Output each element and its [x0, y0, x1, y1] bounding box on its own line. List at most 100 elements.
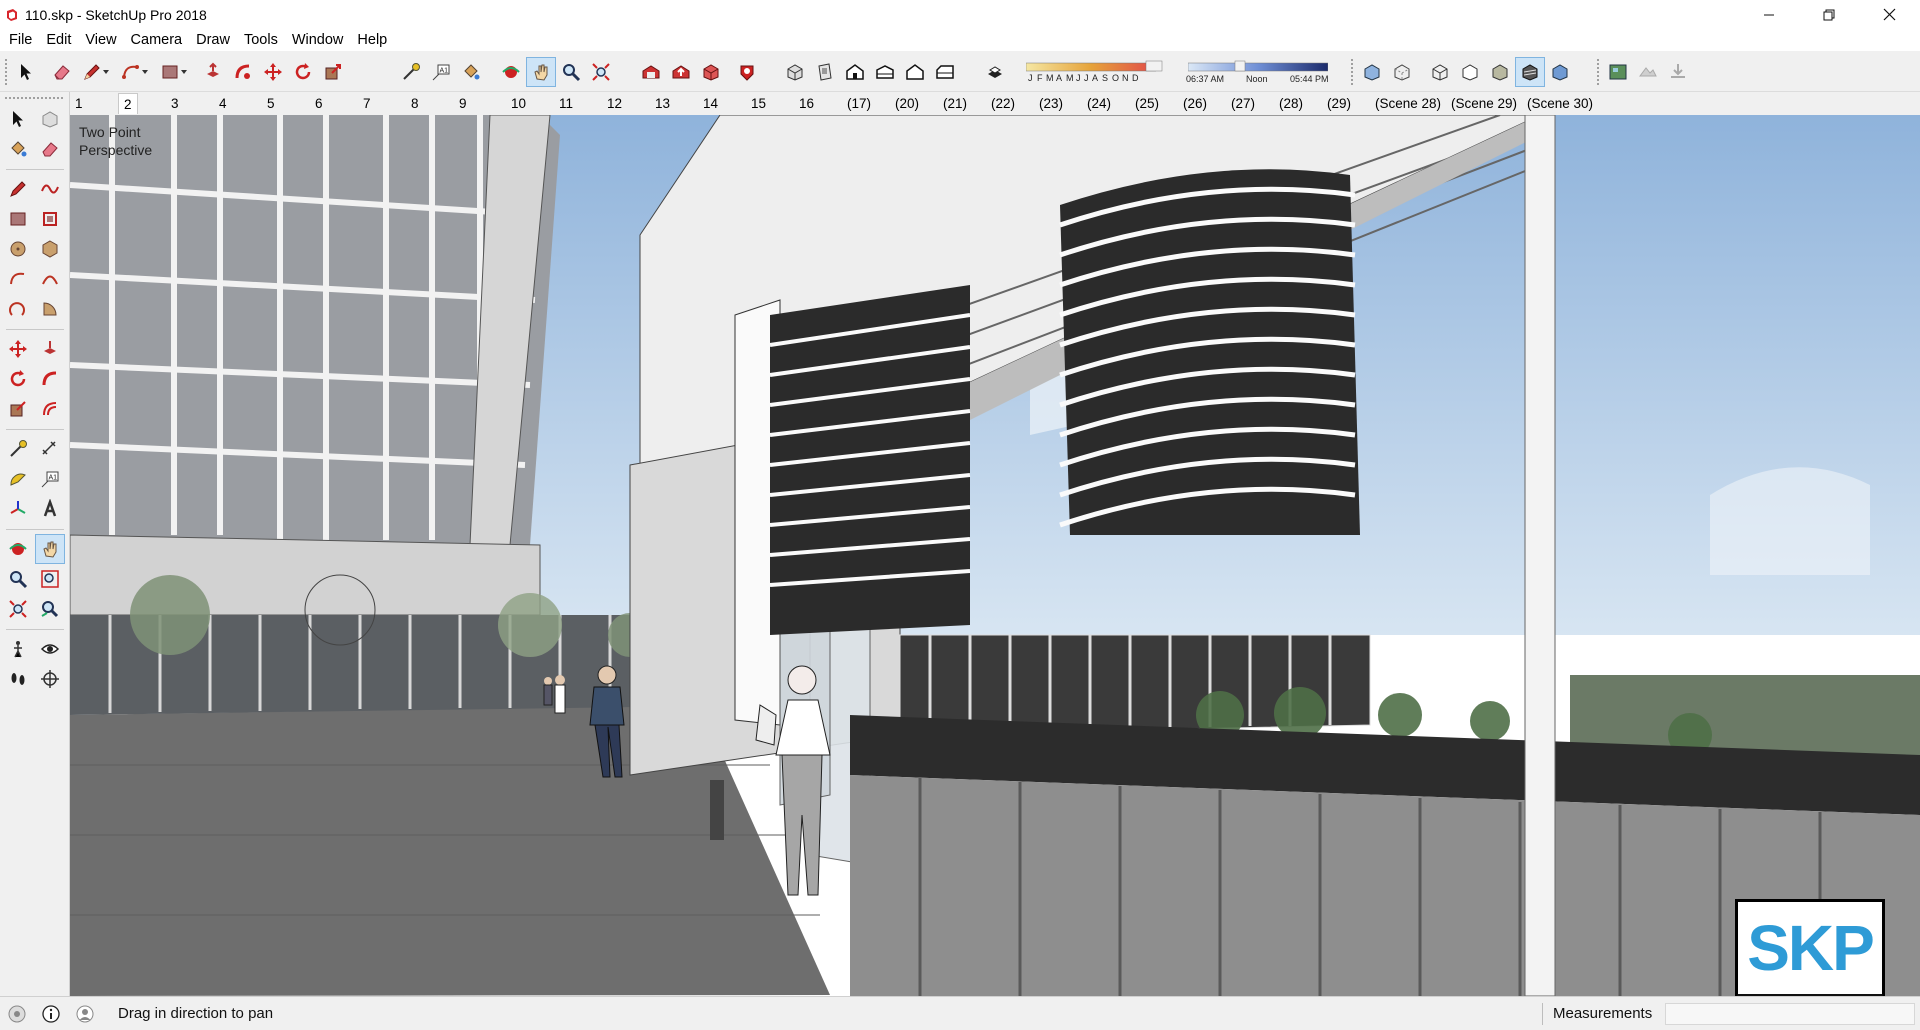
look-around-tool-button[interactable]	[35, 634, 65, 664]
pan-tool-button[interactable]	[526, 56, 556, 87]
palette-grip[interactable]	[4, 96, 64, 100]
scene-tab[interactable]: (26)	[1178, 93, 1212, 114]
scene-tab[interactable]: (25)	[1130, 93, 1164, 114]
menu-tools[interactable]: Tools	[237, 29, 285, 51]
eraser-tool-button[interactable]	[47, 57, 77, 87]
scene-tab[interactable]: 8	[406, 93, 424, 114]
push-pull-tool-button[interactable]	[35, 334, 65, 364]
orbit-tool-button[interactable]	[3, 534, 33, 564]
scene-tab[interactable]: (20)	[890, 93, 924, 114]
zoom-extents-button[interactable]	[3, 594, 33, 624]
scene-tab[interactable]: 15	[746, 93, 771, 114]
zoom-extents-button[interactable]	[586, 57, 616, 87]
line-tool-dropdown[interactable]	[102, 69, 110, 74]
arc-tool-button[interactable]	[3, 264, 33, 294]
scene-tab[interactable]: 16	[794, 93, 819, 114]
scene-tab[interactable]: (28)	[1274, 93, 1308, 114]
push-pull-tool-button[interactable]	[198, 57, 228, 87]
line-tool-button[interactable]	[3, 174, 33, 204]
shaded-with-textures-style-button[interactable]	[1515, 56, 1545, 87]
scale-tool-button[interactable]	[3, 394, 33, 424]
toggle-terrain-button[interactable]	[1633, 57, 1663, 87]
extension-warehouse-button[interactable]	[732, 57, 762, 87]
make-component-button[interactable]	[35, 104, 65, 134]
wireframe-style-button[interactable]	[1425, 57, 1455, 87]
right-view-button[interactable]	[870, 57, 900, 87]
circle-tool-button[interactable]	[3, 234, 33, 264]
top-view-button[interactable]	[810, 57, 840, 87]
shaded-style-button[interactable]	[1485, 57, 1515, 87]
hidden-line-style-button[interactable]	[1455, 57, 1485, 87]
zoom-window-button[interactable]	[35, 564, 65, 594]
scene-tab[interactable]: 4	[214, 93, 232, 114]
pan-tool-button[interactable]	[35, 534, 65, 564]
eraser-tool-button[interactable]	[35, 134, 65, 164]
position-camera-tool-button[interactable]	[3, 634, 33, 664]
share-model-button[interactable]	[666, 57, 696, 87]
scene-tab[interactable]: (Scene 28)	[1370, 93, 1446, 114]
select-tool-button[interactable]	[3, 104, 33, 134]
toolbar-grip[interactable]	[1596, 57, 1600, 86]
scene-tab[interactable]: (21)	[938, 93, 972, 114]
rotate-tool-button[interactable]	[3, 364, 33, 394]
scale-tool-button[interactable]	[318, 57, 348, 87]
text-tool-button[interactable]: A1	[35, 464, 65, 494]
geo-location-icon[interactable]	[8, 1005, 26, 1023]
scene-tab[interactable]: 14	[698, 93, 723, 114]
toolbar-grip[interactable]	[1350, 57, 1354, 86]
section-plane-tool-button[interactable]	[35, 664, 65, 694]
monochrome-style-button[interactable]	[1545, 57, 1575, 87]
menu-view[interactable]: View	[78, 29, 123, 51]
xray-style-button[interactable]	[1357, 57, 1387, 87]
scene-tab[interactable]: (22)	[986, 93, 1020, 114]
restore-button[interactable]	[1800, 0, 1858, 29]
rotate-tool-button[interactable]	[288, 57, 318, 87]
user-account-icon[interactable]	[76, 1005, 94, 1023]
scene-tab[interactable]: (17)	[842, 93, 876, 114]
scene-tab[interactable]: 9	[454, 93, 472, 114]
scene-tab[interactable]: 13	[650, 93, 675, 114]
pie-tool-button[interactable]	[35, 294, 65, 324]
menu-draw[interactable]: Draw	[189, 29, 237, 51]
scene-tab[interactable]: (Scene 30)	[1522, 93, 1598, 114]
menu-file[interactable]: File	[2, 29, 39, 51]
scene-tab[interactable]: (23)	[1034, 93, 1068, 114]
3d-text-tool-button[interactable]	[35, 494, 65, 524]
text-tool-button[interactable]: A1	[426, 57, 456, 87]
toolbar-grip[interactable]	[4, 57, 8, 86]
minimize-button[interactable]	[1740, 0, 1798, 29]
scene-tab[interactable]: 3	[166, 93, 184, 114]
protractor-tool-button[interactable]	[3, 464, 33, 494]
left-view-button[interactable]	[930, 57, 960, 87]
two-point-arc-tool-button[interactable]	[35, 264, 65, 294]
shadow-time-marker[interactable]	[1234, 60, 1246, 74]
rotated-rectangle-tool-button[interactable]	[35, 204, 65, 234]
scene-tab[interactable]: 2	[118, 93, 138, 114]
zoom-tool-button[interactable]	[556, 57, 586, 87]
shadow-toggle-button[interactable]	[980, 57, 1010, 87]
move-tool-button[interactable]	[3, 334, 33, 364]
rendered-model-scene[interactable]	[70, 115, 1920, 996]
add-location-button[interactable]	[1603, 57, 1633, 87]
scene-tab[interactable]: 12	[602, 93, 627, 114]
previous-view-button[interactable]	[35, 594, 65, 624]
back-view-button[interactable]	[900, 57, 930, 87]
axes-tool-button[interactable]	[3, 494, 33, 524]
front-view-button[interactable]	[840, 57, 870, 87]
iso-view-button[interactable]	[780, 57, 810, 87]
scene-tab[interactable]: (Scene 29)	[1446, 93, 1522, 114]
polygon-tool-button[interactable]	[35, 234, 65, 264]
photo-textures-button[interactable]	[1663, 57, 1693, 87]
paint-bucket-tool-button[interactable]	[456, 57, 486, 87]
walk-tool-button[interactable]	[3, 664, 33, 694]
scene-tab[interactable]: (24)	[1082, 93, 1116, 114]
scene-tab[interactable]: (29)	[1322, 93, 1356, 114]
paint-bucket-tool-button[interactable]	[3, 134, 33, 164]
menu-help[interactable]: Help	[350, 29, 394, 51]
shadow-date-slider[interactable]	[1026, 61, 1156, 73]
shadow-time-slider[interactable]	[1188, 61, 1328, 73]
move-tool-button[interactable]	[258, 57, 288, 87]
close-button[interactable]	[1860, 0, 1918, 29]
zoom-tool-button[interactable]	[3, 564, 33, 594]
back-edges-style-button[interactable]	[1387, 57, 1417, 87]
